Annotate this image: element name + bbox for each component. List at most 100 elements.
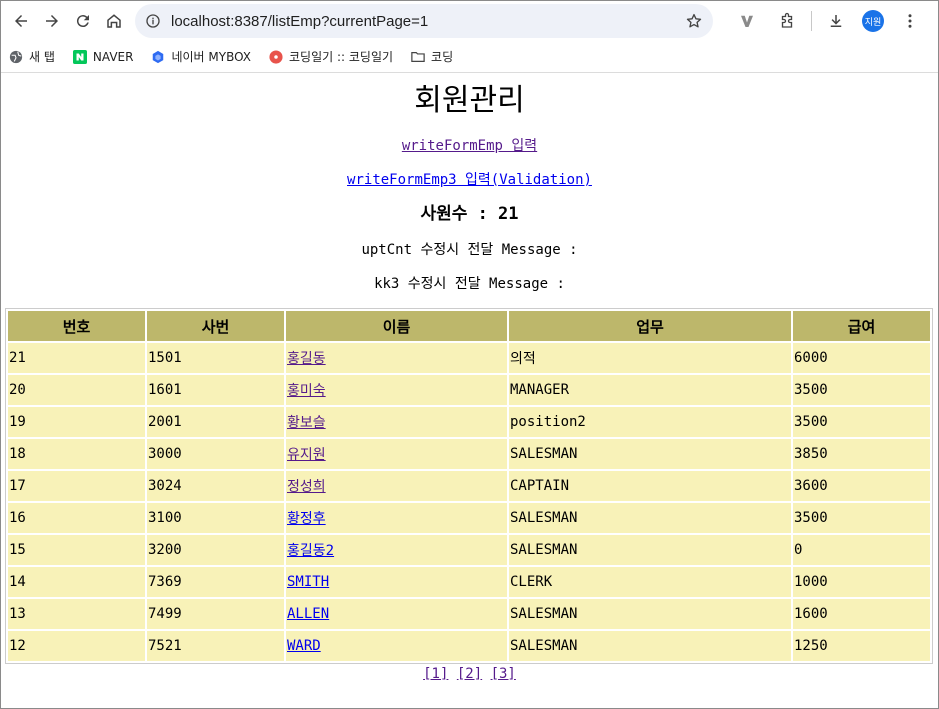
cell-no: 16	[8, 503, 145, 533]
home-button[interactable]	[102, 7, 125, 35]
employee-name-link[interactable]: 정성희	[287, 479, 326, 495]
bookmark-mybox[interactable]: 네이버 MYBOX	[151, 48, 251, 65]
arrow-left-icon	[14, 15, 27, 27]
cell-job: SALESMAN	[509, 439, 791, 469]
forward-button[interactable]	[40, 7, 63, 35]
employee-name-link[interactable]: 유지원	[287, 447, 326, 463]
table-row: 14 7369 SMITH CLERK 1000	[8, 567, 930, 597]
cell-salary: 3500	[793, 503, 930, 533]
cell-salary: 3500	[793, 407, 930, 437]
cell-no: 12	[8, 631, 145, 661]
table-row: 15 3200 홍길동2 SALESMAN 0	[8, 535, 930, 565]
table-row: 21 1501 홍길동 의적 6000	[8, 343, 930, 373]
folder-icon	[411, 50, 425, 64]
menu-button[interactable]	[896, 7, 924, 35]
link-line-1: writeFormEmp 입력	[1, 135, 938, 157]
cell-job: CAPTAIN	[509, 471, 791, 501]
page-link-2[interactable]: [2]	[457, 666, 482, 682]
v-extension-icon	[741, 15, 753, 27]
cell-empno: 2001	[147, 407, 284, 437]
cell-empno: 3000	[147, 439, 284, 469]
employee-name-link[interactable]: 황정후	[287, 511, 326, 527]
bookmark-label: 코딩	[431, 50, 454, 64]
address-bar[interactable]: localhost:8387/listEmp?currentPage=1	[135, 4, 713, 38]
extensions-button[interactable]	[773, 7, 801, 35]
reload-icon	[76, 15, 89, 28]
cell-empno: 7521	[147, 631, 284, 661]
cell-empno: 3200	[147, 535, 284, 565]
employee-name-link[interactable]: SMITH	[287, 574, 329, 590]
cell-salary: 1600	[793, 599, 930, 629]
employee-name-link[interactable]: 황보슬	[287, 415, 326, 431]
bookmarks-bar: 새 탭 NAVER 네이버 MYBOX 코딩일기 :: 코딩일기 코딩	[1, 41, 938, 73]
star-icon[interactable]	[685, 12, 703, 30]
cell-no: 19	[8, 407, 145, 437]
cell-no: 20	[8, 375, 145, 405]
downloads-button[interactable]	[822, 7, 850, 35]
bookmark-folder-coding[interactable]: 코딩	[411, 48, 453, 65]
employee-name-link[interactable]: 홍길동	[287, 351, 326, 367]
cell-name: WARD	[286, 631, 507, 661]
employee-name-link[interactable]: 홍미숙	[287, 383, 326, 399]
employee-count: 사원수 : 21	[420, 204, 519, 224]
cell-name: 홍길동	[286, 343, 507, 373]
table-row: 19 2001 황보슬 position2 3500	[8, 407, 930, 437]
bookmark-label: 네이버 MYBOX	[171, 50, 251, 64]
cell-empno: 3024	[147, 471, 284, 501]
cell-salary: 0	[793, 535, 930, 565]
bookmark-naver[interactable]: NAVER	[72, 49, 134, 64]
employee-name-link[interactable]: 홍길동2	[287, 543, 334, 559]
cell-job: position2	[509, 407, 791, 437]
profile-avatar[interactable]: 지원	[862, 10, 884, 32]
cell-salary: 3850	[793, 439, 930, 469]
employee-name-link[interactable]: WARD	[287, 638, 321, 654]
table-row: 20 1601 홍미숙 MANAGER 3500	[8, 375, 930, 405]
browser-window: localhost:8387/listEmp?currentPage=1 지원 …	[0, 0, 939, 709]
cell-empno: 3100	[147, 503, 284, 533]
cell-salary: 1250	[793, 631, 930, 661]
table-row: 17 3024 정성희 CAPTAIN 3600	[8, 471, 930, 501]
site-info-icon[interactable]	[145, 13, 161, 29]
toolbar-separator	[811, 11, 812, 31]
cell-name: SMITH	[286, 567, 507, 597]
cell-empno: 1501	[147, 343, 284, 373]
extension-v-button[interactable]	[733, 7, 761, 35]
cell-name: 홍미숙	[286, 375, 507, 405]
globe-icon	[9, 50, 23, 64]
table-row: 13 7499 ALLEN SALESMAN 1600	[8, 599, 930, 629]
cell-name: ALLEN	[286, 599, 507, 629]
back-button[interactable]	[9, 7, 32, 35]
write-form-emp3-link[interactable]: writeFormEmp3 입력(Validation)	[347, 172, 592, 188]
page-link-3[interactable]: [3]	[491, 666, 516, 682]
header-no: 번호	[8, 311, 145, 341]
page-link-1[interactable]: [1]	[423, 666, 448, 682]
kebab-menu-icon	[908, 14, 912, 28]
page-content: 회원관리 writeFormEmp 입력 writeFormEmp3 입력(Va…	[1, 79, 938, 684]
cell-no: 14	[8, 567, 145, 597]
cell-job: MANAGER	[509, 375, 791, 405]
bookmark-label: NAVER	[92, 49, 134, 64]
blog-icon	[269, 49, 283, 64]
bookmark-new-tab[interactable]: 새 탭	[9, 48, 55, 65]
kk3-message: kk3 수정시 전달 Message :	[374, 276, 565, 292]
cell-no: 18	[8, 439, 145, 469]
bookmark-blog[interactable]: 코딩일기 :: 코딩일기	[269, 48, 393, 65]
reload-button[interactable]	[71, 7, 94, 35]
naver-icon	[72, 49, 87, 64]
employee-name-link[interactable]: ALLEN	[287, 606, 329, 622]
arrow-right-icon	[45, 15, 58, 27]
cell-job: SALESMAN	[509, 599, 791, 629]
write-form-emp-link[interactable]: writeFormEmp 입력	[402, 138, 537, 154]
bookmark-label: 코딩일기 :: 코딩일기	[289, 50, 394, 64]
cell-no: 21	[8, 343, 145, 373]
table-header-row: 번호 사번 이름 업무 급여	[8, 311, 930, 341]
cell-no: 17	[8, 471, 145, 501]
cell-name: 정성희	[286, 471, 507, 501]
cell-empno: 7369	[147, 567, 284, 597]
url-text[interactable]: localhost:8387/listEmp?currentPage=1	[171, 13, 685, 30]
cell-salary: 3500	[793, 375, 930, 405]
cell-no: 13	[8, 599, 145, 629]
cell-empno: 7499	[147, 599, 284, 629]
cell-salary: 1000	[793, 567, 930, 597]
pagination: [1] [2] [3]	[1, 664, 938, 684]
